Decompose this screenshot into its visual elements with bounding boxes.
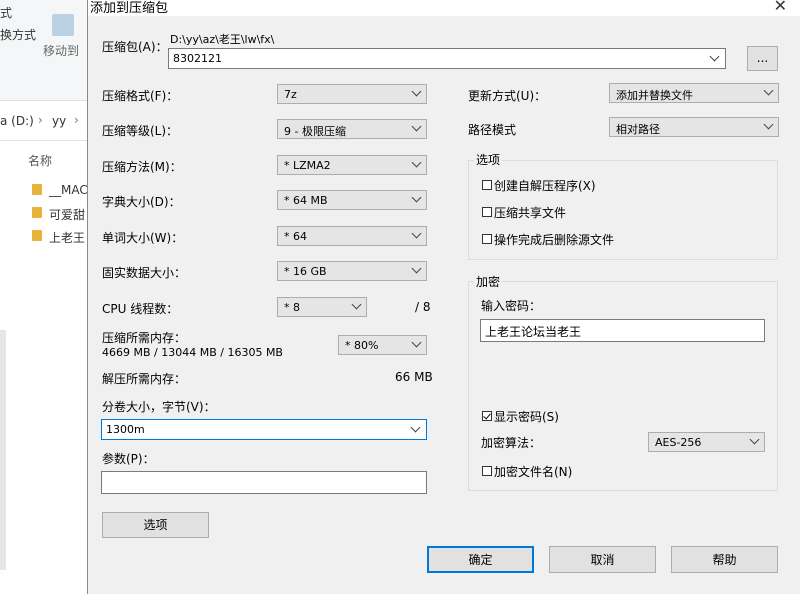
chevron-down-icon [411,121,422,132]
folder-icon [32,207,42,218]
params-input[interactable] [101,471,427,494]
file-item[interactable]: 可爱甜 [49,206,85,223]
password-input[interactable]: 上老王论坛当老王 [480,319,765,342]
enc-method-label: 加密算法： [481,436,542,450]
encrypt-names-checkbox[interactable] [482,466,492,476]
solid-value: * 16 GB [284,265,327,278]
split-combo[interactable]: 1300m [101,419,427,440]
move-to-button[interactable]: 移动到 [43,42,79,59]
password-label: 输入密码： [481,299,542,313]
mem-percent-select[interactable]: * 80% [338,335,427,355]
cpu-select[interactable]: * 8 [277,297,367,317]
path-mode-value: 相对路径 [616,123,660,136]
chevron-down-icon [763,85,774,96]
enc-method-select[interactable]: AES-256 [648,432,765,452]
format-select[interactable]: 7z [277,84,427,104]
explorer-scrollbar[interactable] [0,330,6,570]
chevron-down-icon[interactable] [709,51,720,62]
dict-select[interactable]: * 64 MB [277,190,427,210]
chevron-down-icon [411,157,422,168]
options-group-title: 选项 [474,151,503,168]
options-button[interactable]: 选项 [102,512,209,538]
decomp-value: 66 MB [395,370,433,384]
archive-name-value: 8302121 [173,52,222,65]
delete-checkbox[interactable] [482,234,492,244]
ribbon-label: 式 [0,6,13,20]
shared-label[interactable]: 压缩共享文件 [494,204,566,221]
folder-icon [32,184,42,195]
folder-icon [32,230,42,241]
cpu-label: CPU 线程数： [102,302,179,316]
word-label: 单词大小(W)： [102,231,184,245]
solid-label: 固实数据大小： [102,266,187,280]
path-segment-folder[interactable]: yy [52,114,66,128]
help-button[interactable]: 帮助 [671,546,778,573]
chevron-down-icon [411,228,422,239]
close-icon[interactable]: ✕ [774,0,787,15]
file-item[interactable]: __MAC [49,183,88,197]
archive-name-combo[interactable]: 8302121 [168,48,726,69]
sfx-checkbox[interactable] [482,180,492,190]
encrypt-group-title: 加密 [474,273,503,290]
show-password-checkbox[interactable] [482,411,492,421]
chevron-down-icon [411,86,422,97]
add-to-archive-dialog: 添加到压缩包 ✕ 压缩包(A)： D:\yy\az\老王\lw\fx\ 8302… [87,0,800,594]
ok-button[interactable]: 确定 [427,546,534,573]
dict-label: 字典大小(D)： [102,195,181,209]
cpu-value: * 8 [284,301,300,314]
level-value: 9 - 极限压缩 [284,125,346,138]
path-separator-icon: › [38,113,43,127]
mem-percent-value: * 80% [345,339,379,352]
params-label: 参数(P)： [102,452,155,466]
chevron-down-icon [763,119,774,130]
update-label: 更新方式(U)： [468,89,547,103]
path-mode-label: 路径模式 [468,123,517,137]
level-select[interactable]: 9 - 极限压缩 [277,119,427,139]
path-separator-icon: › [74,113,79,127]
split-label: 分卷大小，字节(V)： [102,400,216,414]
delete-label[interactable]: 操作完成后删除源文件 [494,231,614,248]
cancel-button[interactable]: 取消 [549,546,656,573]
cpu-total: / 8 [415,300,431,314]
ribbon-label[interactable]: 换方式 [0,26,36,43]
browse-button[interactable]: ... [747,46,778,71]
chevron-down-icon[interactable] [410,422,421,433]
update-value: 添加并替换文件 [616,89,693,102]
update-select[interactable]: 添加并替换文件 [609,83,779,103]
chevron-down-icon [749,434,760,445]
encrypt-names-label[interactable]: 加密文件名(N) [494,463,572,480]
enc-method-value: AES-256 [655,436,702,449]
archive-path: D:\yy\az\老王\lw\fx\ [170,33,275,46]
method-label: 压缩方法(M)： [102,160,182,174]
path-mode-select[interactable]: 相对路径 [609,117,779,137]
sfx-label[interactable]: 创建自解压程序(X) [494,177,596,194]
column-header-name[interactable]: 名称 [28,152,52,169]
chevron-down-icon [411,192,422,203]
mem-label: 压缩所需内存： [102,331,187,345]
password-value: 上老王论坛当老王 [485,325,582,339]
decomp-label: 解压所需内存： [102,372,187,386]
solid-select[interactable]: * 16 GB [277,261,427,281]
mem-detail: 4669 MB / 13044 MB / 16305 MB [102,346,283,359]
file-item[interactable]: 上老王 [49,229,85,246]
archive-label: 压缩包(A)： [102,40,168,54]
move-to-icon[interactable] [52,14,74,36]
split-value: 1300m [106,423,145,436]
chevron-down-icon [411,337,422,348]
dict-value: * 64 MB [284,194,328,207]
path-segment-drive[interactable]: a (D:) [0,114,34,128]
format-value: 7z [284,88,297,101]
word-value: * 64 [284,230,307,243]
word-select[interactable]: * 64 [277,226,427,246]
level-label: 压缩等级(L)： [102,124,179,138]
method-select[interactable]: * LZMA2 [277,155,427,175]
dialog-title: 添加到压缩包 [90,1,169,16]
format-label: 压缩格式(F)： [102,89,179,103]
show-password-label[interactable]: 显示密码(S) [494,408,559,425]
method-value: * LZMA2 [284,159,331,172]
dialog-titlebar[interactable]: 添加到压缩包 ✕ [88,0,800,16]
chevron-down-icon [351,299,362,310]
chevron-down-icon [411,263,422,274]
shared-checkbox[interactable] [482,207,492,217]
